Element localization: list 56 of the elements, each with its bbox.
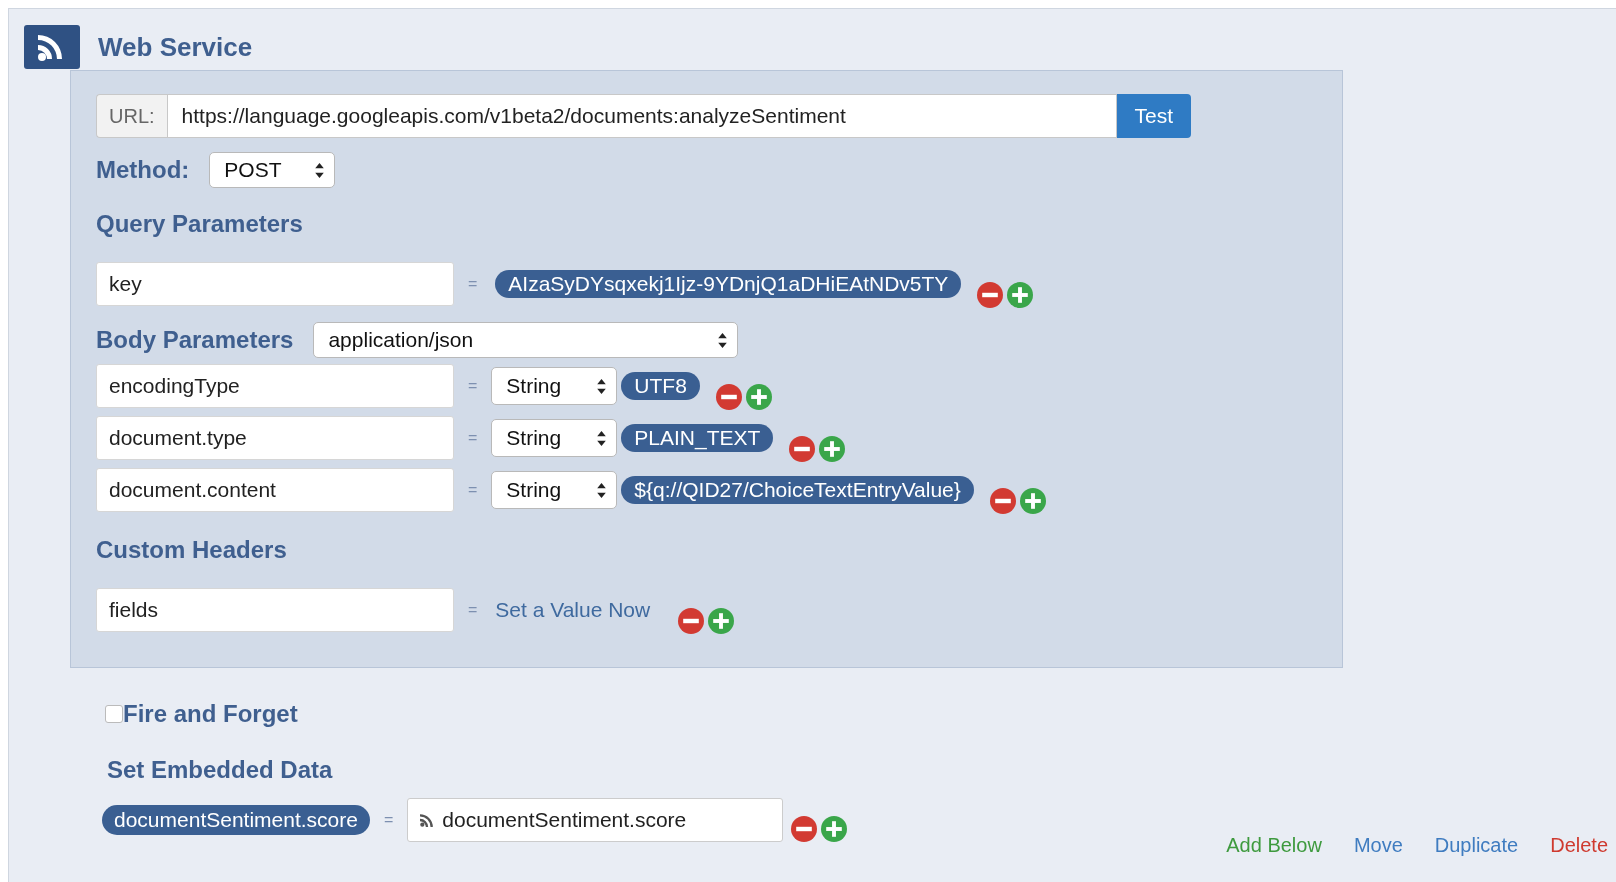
add-icon[interactable]	[1019, 488, 1046, 514]
variable-pill[interactable]: documentSentiment.score	[102, 805, 370, 835]
equals-sign: =	[383, 811, 394, 829]
value-pill[interactable]: AIzaSyDYsqxekj1Ijz-9YDnjQ1aDHiEAtNDv5TY	[495, 270, 962, 298]
updown-icon	[597, 430, 607, 446]
equals-sign: =	[468, 481, 478, 499]
url-field[interactable]: https://language.googleapis.com/v1beta2/documents:analyzeSentiment	[166, 94, 1117, 138]
set-value-link[interactable]: Set a Value Now	[495, 598, 651, 622]
value-pill[interactable]: PLAIN_TEXT	[621, 424, 774, 452]
add-icon[interactable]	[745, 384, 772, 410]
type-select[interactable]: String	[491, 471, 618, 509]
remove-icon[interactable]	[789, 436, 816, 462]
rss-icon	[24, 25, 80, 69]
value-pill[interactable]: UTF8	[621, 372, 700, 400]
value-pill[interactable]: ${q://QID27/ChoiceTextEntryValue}	[621, 476, 974, 504]
equals-sign: =	[468, 377, 478, 395]
content-type-select[interactable]: application/json	[313, 322, 739, 358]
url-label: URL:	[96, 94, 167, 138]
method-label: Method:	[96, 156, 190, 184]
section-title: Body Parameters	[96, 326, 294, 354]
checkbox-label: Fire and Forget	[123, 700, 298, 728]
key-field[interactable]: key	[96, 262, 454, 306]
equals-sign: =	[468, 275, 478, 293]
rss-icon	[420, 813, 435, 827]
key-field[interactable]: document.content	[96, 468, 454, 512]
add-icon[interactable]	[1007, 282, 1034, 308]
action-link[interactable]: Duplicate	[1434, 834, 1519, 857]
value-field[interactable]: documentSentiment.score	[407, 798, 784, 842]
key-field[interactable]: encodingType	[96, 364, 454, 408]
remove-icon[interactable]	[989, 488, 1016, 514]
action-link[interactable]: Move	[1353, 834, 1403, 857]
section-title: Custom Headers	[96, 536, 288, 564]
updown-icon	[597, 378, 607, 394]
type-select[interactable]: String	[491, 419, 618, 457]
updown-icon	[315, 162, 325, 178]
key-field[interactable]: document.type	[96, 416, 454, 460]
add-icon[interactable]	[819, 436, 846, 462]
equals-sign: =	[468, 429, 478, 447]
updown-icon	[718, 332, 728, 348]
remove-icon[interactable]	[791, 816, 818, 842]
remove-icon[interactable]	[678, 608, 705, 634]
method-select[interactable]: POST	[209, 152, 336, 188]
type-select[interactable]: String	[491, 367, 618, 405]
remove-icon[interactable]	[977, 282, 1004, 308]
test-button[interactable]: Test	[1116, 94, 1192, 138]
section-title: Query Parameters	[96, 210, 304, 238]
block-title: Web Service	[98, 31, 253, 63]
remove-icon[interactable]	[715, 384, 742, 410]
add-icon[interactable]	[708, 608, 735, 634]
section-title: Set Embedded Data	[107, 756, 334, 784]
key-field[interactable]: fields	[96, 588, 454, 632]
equals-sign: =	[468, 601, 478, 619]
checkbox[interactable]	[105, 705, 123, 723]
action-link[interactable]: Delete	[1550, 834, 1608, 857]
updown-icon	[597, 482, 607, 498]
add-icon[interactable]	[821, 816, 848, 842]
